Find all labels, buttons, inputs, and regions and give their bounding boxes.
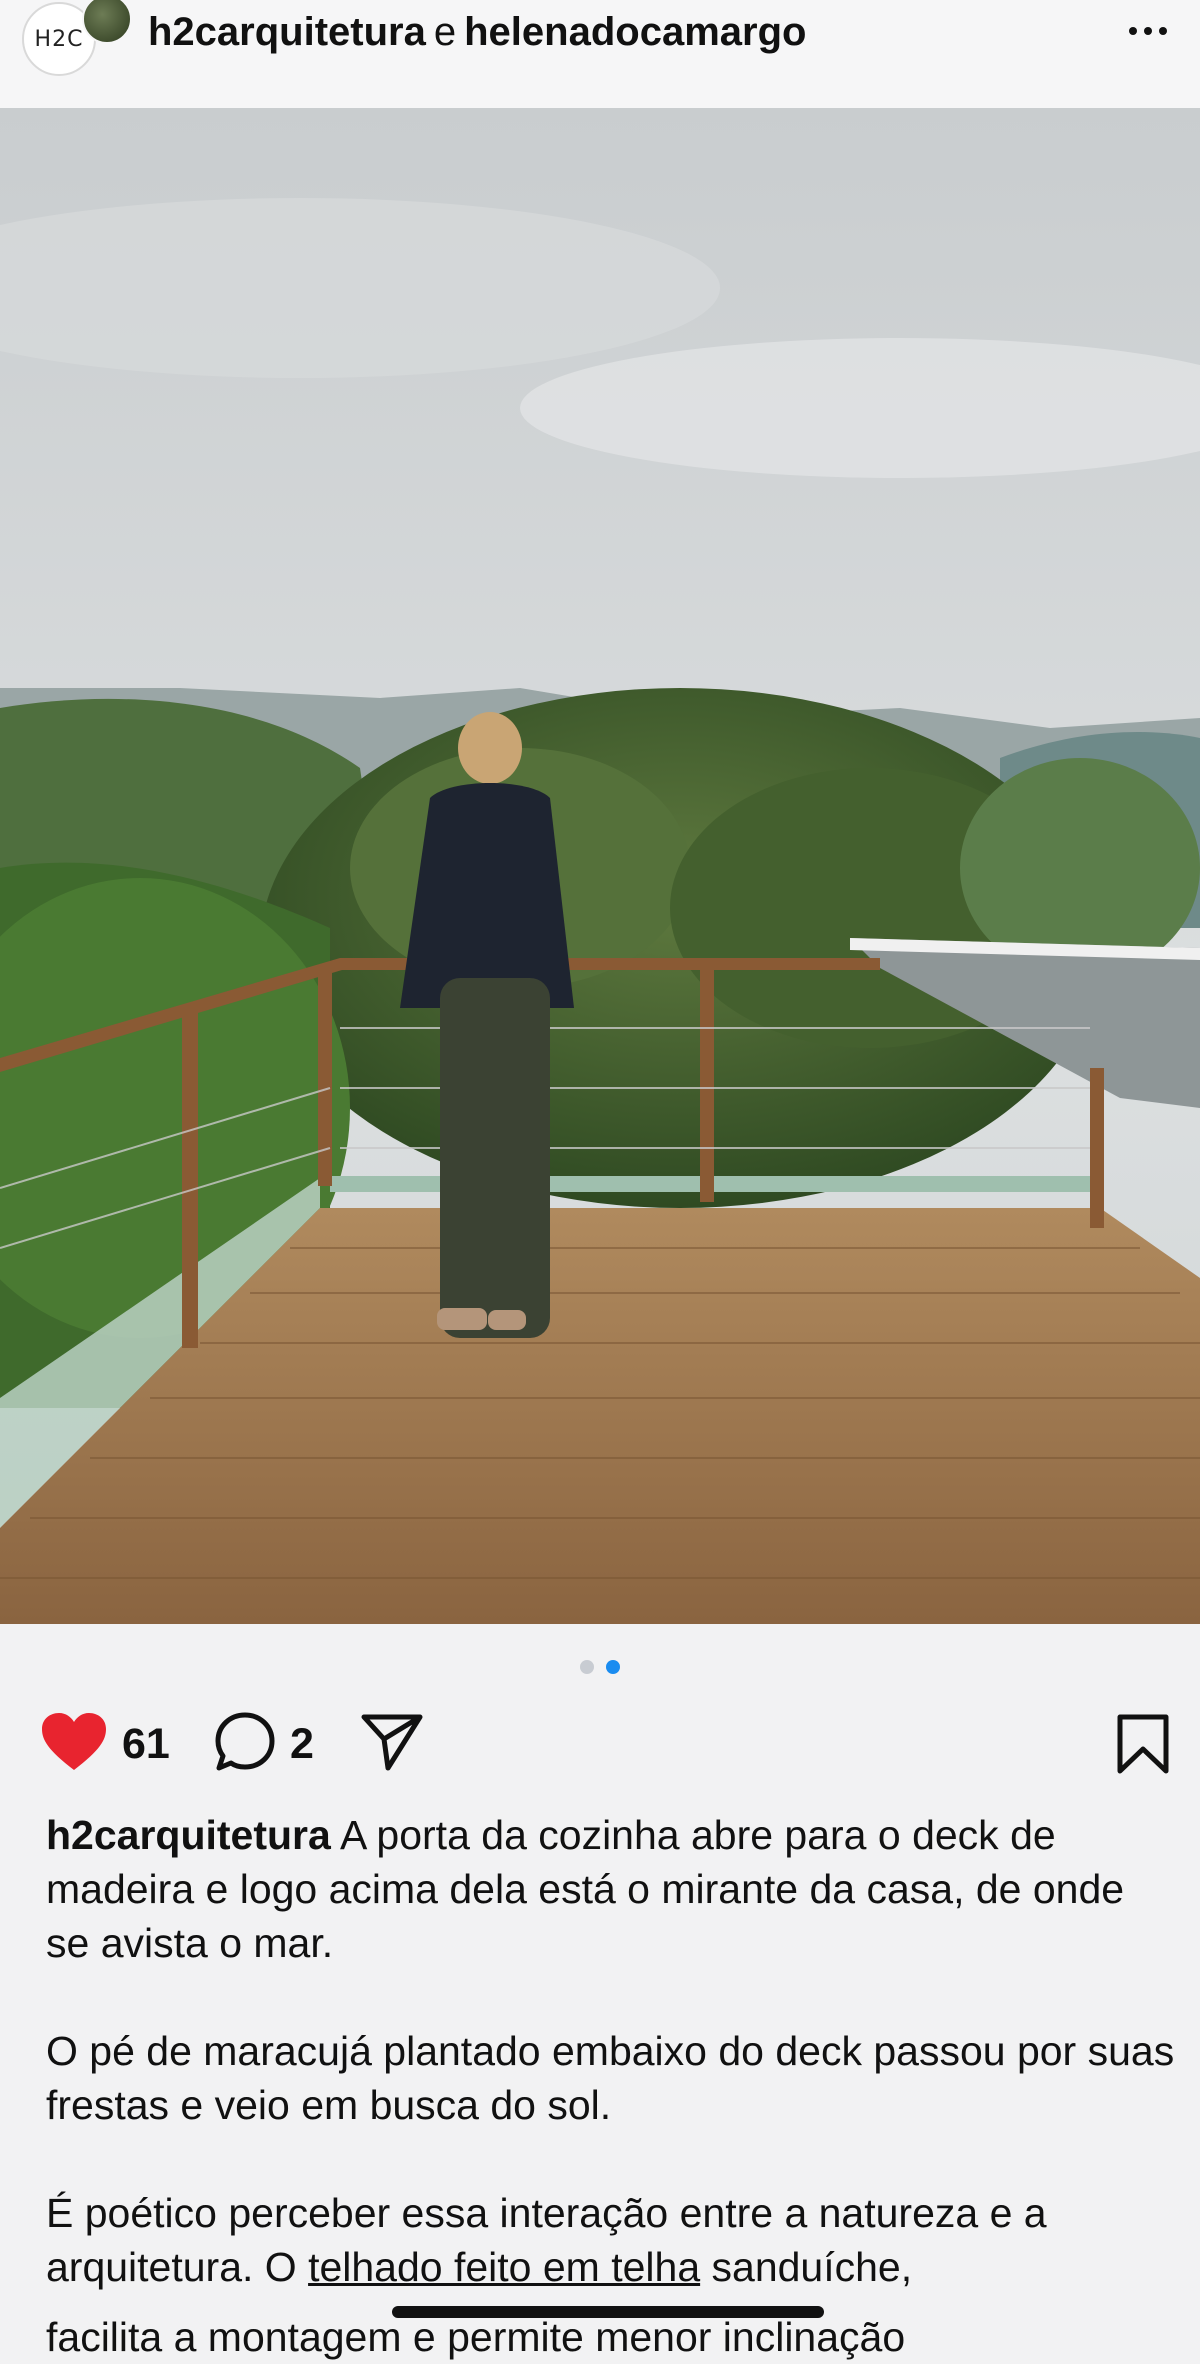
author-username[interactable]: h2carquitetura (148, 10, 426, 54)
more-options-icon[interactable] (1118, 6, 1178, 56)
like-button[interactable]: 61 (40, 1710, 170, 1778)
action-bar: 61 2 (0, 1710, 1200, 1778)
carousel-dot-active (606, 1660, 620, 1674)
collaborator-username[interactable]: helenadocamargo (464, 10, 806, 54)
caption-text: sanduíche, (700, 2244, 913, 2290)
like-count[interactable]: 61 (122, 1720, 170, 1769)
authors-conjunction: e (433, 10, 457, 54)
carousel-dot (580, 1660, 594, 1674)
caption-cut-line: facilita a montagem e permite menor incl… (46, 2314, 906, 2360)
post-header: H2C h2carquitetura e helenadocamargo (0, 0, 1200, 109)
heart-icon (40, 1712, 108, 1777)
post-authors: h2carquitetura e helenadocamargo (148, 0, 806, 64)
collaborator-avatar[interactable] (82, 0, 132, 44)
post-image[interactable] (0, 108, 1200, 1624)
caption-paragraph: O pé de maracujá plantado embaixo do dec… (46, 2024, 1176, 2132)
comment-button[interactable]: 2 (214, 1710, 314, 1778)
caption-underlined-text: telhado feito em telha (308, 2244, 701, 2290)
share-button[interactable] (360, 1710, 424, 1778)
caption-paragraph: É poético perceber essa interação entre … (46, 2186, 1176, 2294)
comment-icon (214, 1711, 276, 1778)
carousel-indicator (0, 1660, 1200, 1674)
home-indicator[interactable] (392, 2306, 824, 2318)
caption-paragraph: h2carquitetura A porta da cozinha abre p… (46, 1808, 1176, 1970)
bookmark-icon[interactable] (1116, 1714, 1170, 1779)
send-icon (360, 1712, 424, 1777)
caption-text: O pé de maracujá plantado embaixo do dec… (46, 2028, 1175, 2128)
post-caption: h2carquitetura A porta da cozinha abre p… (46, 1808, 1176, 2348)
caption-username[interactable]: h2carquitetura (46, 1812, 331, 1858)
comment-count[interactable]: 2 (290, 1720, 314, 1769)
avatar-group[interactable]: H2C (18, 0, 132, 92)
